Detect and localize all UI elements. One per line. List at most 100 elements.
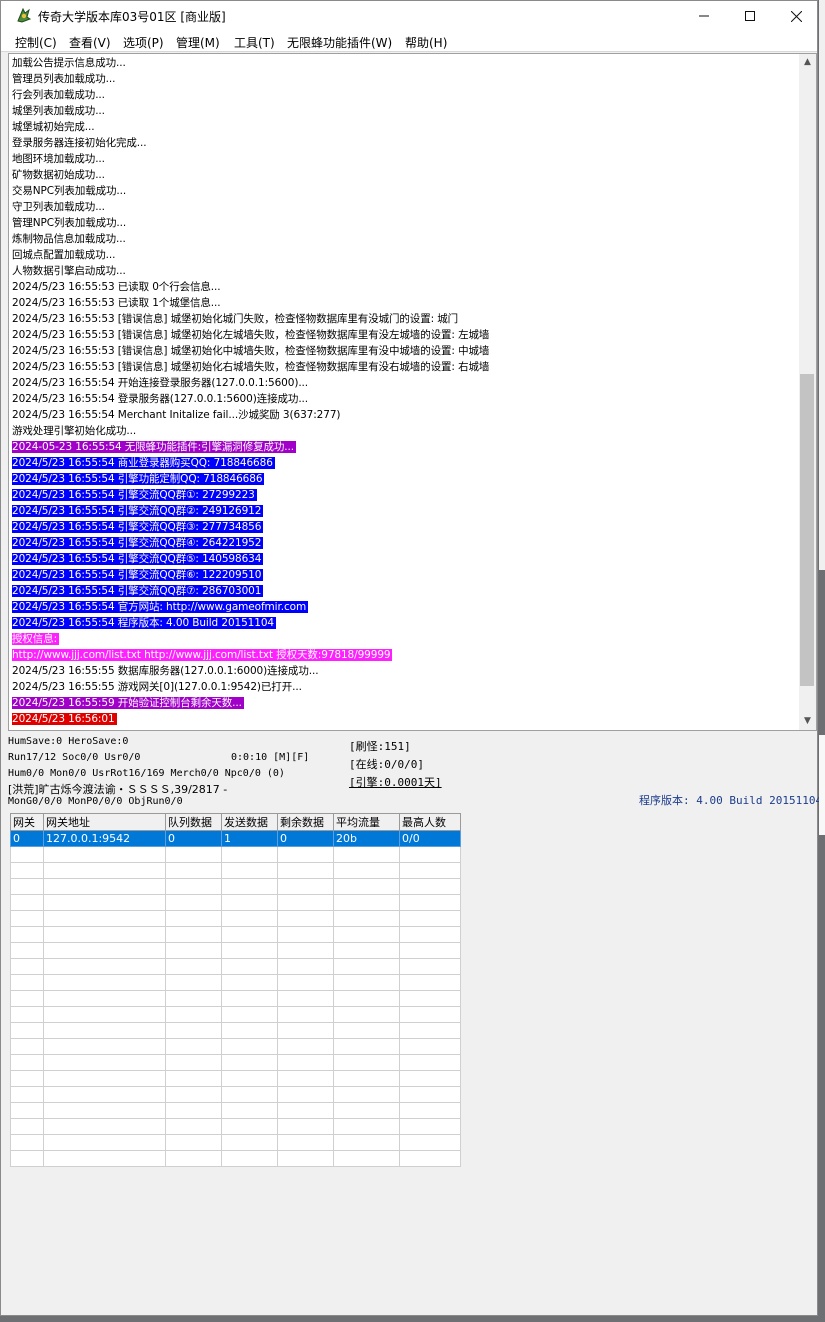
table-row-empty[interactable] [10,862,461,879]
table-cell [43,990,166,1007]
log-line-text: 矿物数据初始成功... [12,169,105,181]
table-cell [399,1022,461,1039]
table-cell [333,926,400,943]
table-row-empty[interactable] [10,1038,461,1055]
gateway-table-body: 0 127.0.0.1:9542 0 1 0 20b 0/0 [10,830,461,1167]
menu-manage[interactable]: 管理(M) [176,34,220,51]
table-cell [165,878,222,895]
table-cell [10,1118,44,1135]
col-header-max-users[interactable]: 最高人数 [399,813,461,831]
table-cell [333,1006,400,1023]
minimize-button[interactable] [681,1,727,31]
table-cell [333,1038,400,1055]
log-line: 授权信息: [12,631,797,647]
table-cell [333,878,400,895]
table-cell [399,862,461,879]
log-line: 城堡列表加载成功... [12,103,797,119]
table-cell [10,958,44,975]
col-header-address[interactable]: 网关地址 [43,813,166,831]
table-row-empty[interactable] [10,1150,461,1167]
table-row-empty[interactable] [10,1022,461,1039]
table-row-empty[interactable] [10,894,461,911]
table-row-empty[interactable] [10,910,461,927]
table-row-empty[interactable] [10,942,461,959]
table-cell [165,926,222,943]
table-cell [43,1022,166,1039]
table-row[interactable]: 0 127.0.0.1:9542 0 1 0 20b 0/0 [10,830,461,847]
table-cell [277,1054,334,1071]
log-line-text: 城堡列表加载成功... [12,105,105,117]
table-cell [399,1150,461,1167]
log-line-text: 2024/5/23 16:55:54 官方网站: http://www.game… [12,601,309,613]
table-row-empty[interactable] [10,958,461,975]
table-cell [10,1022,44,1039]
table-cell [399,1070,461,1087]
table-row-empty[interactable] [10,974,461,991]
table-cell [165,1054,222,1071]
scroll-down-arrow-icon[interactable]: ▼ [799,713,816,730]
log-line: 人物数据引擎启动成功... [12,263,797,279]
table-cell [221,974,278,991]
table-cell [165,894,222,911]
table-cell [277,1102,334,1119]
table-cell [10,926,44,943]
scroll-up-arrow-icon[interactable]: ▲ [799,54,816,71]
log-line-text: http://www.jjj.com/list.txt http://www.j… [12,649,393,661]
status-panel: HumSave:0 HeroSave:0 Run17/12 Soc0/0 Usr… [1,733,822,811]
online-count-label: [在线:0/0/0] [349,758,424,771]
table-row-empty[interactable] [10,1134,461,1151]
table-row-empty[interactable] [10,990,461,1007]
menu-help[interactable]: 帮助(H) [405,34,447,51]
table-row-empty[interactable] [10,846,461,863]
menu-control[interactable]: 控制(C) [15,34,57,51]
log-line-text: 行会列表加载成功... [12,89,105,101]
log-line: 2024/5/23 16:55:53 [错误信息] 城堡初始化中城墙失败，检查怪… [12,343,797,359]
log-line-text: 2024/5/23 16:55:54 引擎交流QQ群⑤: 140598634 [12,553,264,565]
col-header-avg-traffic[interactable]: 平均流量 [333,813,400,831]
table-cell [333,974,400,991]
table-row-empty[interactable] [10,1054,461,1071]
log-line: 2024/5/23 16:55:53 [错误信息] 城堡初始化城门失败，检查怪物… [12,311,797,327]
table-cell [221,958,278,975]
col-header-remaining[interactable]: 剩余数据 [277,813,334,831]
log-line: 2024/5/23 16:56:01 [12,711,797,727]
log-line-text: 2024/5/23 16:55:54 程序版本: 4.00 Build 2015… [12,617,277,629]
table-row-empty[interactable] [10,1086,461,1103]
log-scrollbar[interactable]: ▲ ▼ [799,54,816,730]
close-button[interactable] [773,1,819,31]
table-row-empty[interactable] [10,1118,461,1135]
table-cell [399,1118,461,1135]
log-line-text: 2024/5/23 16:55:54 引擎交流QQ群②: 249126912 [12,505,264,517]
table-cell [277,878,334,895]
table-row-empty[interactable] [10,878,461,895]
table-row-empty[interactable] [10,1070,461,1087]
menu-options[interactable]: 选项(P) [123,34,164,51]
log-line-text: 管理NPC列表加载成功... [12,217,127,229]
col-header-sent[interactable]: 发送数据 [221,813,278,831]
menu-tools[interactable]: 工具(T) [234,34,275,51]
log-line: 2024/5/23 16:55:55 数据库服务器(127.0.0.1:6000… [12,663,797,679]
table-row-empty[interactable] [10,1006,461,1023]
log-line-text: 炼制物品信息加载成功... [12,233,126,245]
menu-view[interactable]: 查看(V) [69,34,111,51]
status-time: 0:0:10 [M][F] [231,752,310,763]
table-cell [277,926,334,943]
table-row-empty[interactable] [10,926,461,943]
table-cell [165,1150,222,1167]
table-cell [10,910,44,927]
table-cell [221,1070,278,1087]
scroll-thumb[interactable] [800,374,814,686]
log-line: 2024/5/23 16:55:54 引擎交流QQ群⑤: 140598634 [12,551,797,567]
menu-plugin[interactable]: 无限蜂功能插件(W) [287,34,392,51]
table-row-empty[interactable] [10,1102,461,1119]
engine-days-label[interactable]: [引擎:0.0001天] [349,774,442,790]
title-bar[interactable]: 传奇大学版本库03号01区 [商业版] [1,1,817,31]
log-output[interactable]: 加载公告提示信息成功... 管理员列表加载成功... 行会列表加载成功... 城堡列表… [8,53,817,731]
col-header-queue[interactable]: 队列数据 [165,813,222,831]
status-run: Run17/12 Soc0/0 Usr0/0 [8,752,141,763]
table-cell [277,1038,334,1055]
table-cell [277,942,334,959]
gateway-table[interactable]: 网关 网关地址 队列数据 发送数据 剩余数据 平均流量 最高人数 0 127.0.… [10,813,461,1167]
maximize-button[interactable] [727,1,773,31]
col-header-gateway[interactable]: 网关 [10,813,44,831]
